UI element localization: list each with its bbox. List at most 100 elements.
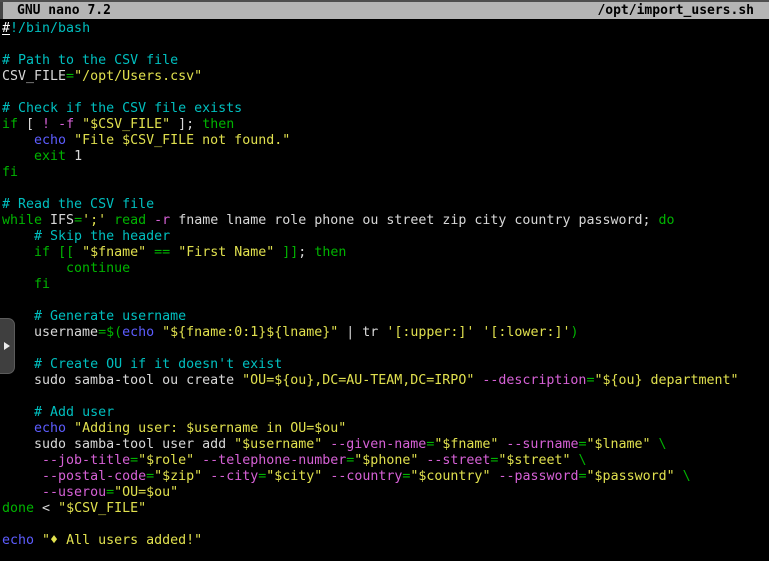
code-line[interactable]: echo "File $CSV_FILE not found." (2, 133, 769, 149)
code-token: # Skip the header (34, 229, 170, 244)
code-token (50, 117, 58, 132)
code-line[interactable]: # Check if the CSV file exists (2, 101, 769, 117)
code-token (2, 469, 42, 484)
code-line[interactable] (2, 181, 769, 197)
code-line[interactable]: fi (2, 165, 769, 181)
code-token: "OU=$ou" (114, 485, 178, 500)
code-token: "${ou} department" (594, 373, 738, 388)
code-token: --telephone-number (202, 453, 346, 468)
code-line[interactable] (2, 517, 769, 533)
code-token: # Add user (34, 405, 114, 420)
code-token: # Path to the CSV file (2, 53, 178, 68)
code-token: username (2, 325, 98, 340)
code-token (2, 421, 34, 436)
chevron-right-icon (4, 342, 10, 350)
code-line[interactable]: --userou="OU=$ou" (2, 485, 769, 501)
code-line[interactable]: # Skip the header (2, 229, 769, 245)
code-token (202, 469, 210, 484)
code-line[interactable] (2, 341, 769, 357)
code-token: "$fname" (82, 245, 146, 260)
code-line[interactable]: while IFS=';' read -r fname lname role p… (2, 213, 769, 229)
code-token: | tr (338, 325, 386, 340)
code-token: "File $CSV_FILE not found." (74, 133, 290, 148)
code-line[interactable] (2, 389, 769, 405)
code-token: # Create OU if it doesn't exist (34, 357, 282, 372)
code-token: "$fname" (434, 437, 498, 452)
code-token: echo (122, 325, 154, 340)
code-token: "First Name" (178, 245, 274, 260)
code-line[interactable]: # Read the CSV file (2, 197, 769, 213)
code-token: ';' (82, 213, 106, 228)
code-line[interactable]: # Add user (2, 405, 769, 421)
code-token: = (130, 453, 138, 468)
code-line[interactable]: sudo samba-tool ou create "OU=${ou},DC=A… (2, 373, 769, 389)
code-token: fi (34, 277, 50, 292)
code-line[interactable] (2, 293, 769, 309)
code-token: "OU=${ou},DC=AU-TEAM,DC=IRPO" (242, 373, 474, 388)
code-token: ) (570, 325, 578, 340)
code-token: read (114, 213, 146, 228)
code-line[interactable]: done < "$CSV_FILE" (2, 501, 769, 517)
code-token: --country (330, 469, 402, 484)
code-token: ; (298, 245, 314, 260)
code-line[interactable]: echo "♦ All users added!" (2, 533, 769, 549)
code-token (154, 325, 162, 340)
code-line[interactable]: --postal-code="$zip" --city="$city" --co… (2, 469, 769, 485)
code-token (651, 437, 659, 452)
code-line[interactable]: CSV_FILE="/opt/Users.csv" (2, 69, 769, 85)
code-token: ! (42, 117, 50, 132)
code-token: --postal-code (42, 469, 146, 484)
code-line[interactable] (2, 37, 769, 53)
code-token: = (579, 469, 587, 484)
code-token: # Check if the CSV file exists (2, 101, 242, 116)
code-line[interactable]: echo "Adding user: $username in OU=$ou" (2, 421, 769, 437)
code-token: sudo samba-tool ou create (2, 373, 242, 388)
code-token: "$role" (138, 453, 194, 468)
code-line[interactable]: exit 1 (2, 149, 769, 165)
code-line[interactable] (2, 85, 769, 101)
code-line[interactable]: sudo samba-tool user add "$username" --g… (2, 437, 769, 453)
code-token: IFS (42, 213, 74, 228)
code-token: # Generate username (34, 309, 186, 324)
code-token: ]] (282, 245, 298, 260)
code-line[interactable]: username=$(echo "${fname:0:1}${lname}" |… (2, 325, 769, 341)
code-token: --job-title (42, 453, 130, 468)
code-token: --surname (506, 437, 578, 452)
code-token: fname lname role phone ou street zip cit… (170, 213, 658, 228)
side-panel-handle[interactable] (0, 318, 15, 374)
code-token: --street (426, 453, 490, 468)
code-line[interactable]: if [ ! -f "$CSV_FILE" ]; then (2, 117, 769, 133)
code-line[interactable]: # Generate username (2, 309, 769, 325)
code-token: "$country" (410, 469, 490, 484)
code-token: "$username" (234, 437, 322, 452)
code-token: sudo samba-tool user add (2, 437, 234, 452)
code-line[interactable]: --job-title="$role" --telephone-number="… (2, 453, 769, 469)
code-token (675, 469, 683, 484)
code-area[interactable]: #!/bin/bash # Path to the CSV fileCSV_FIL… (0, 21, 769, 561)
code-token: then (202, 117, 234, 132)
code-line[interactable]: fi (2, 277, 769, 293)
code-token: while (2, 213, 42, 228)
code-line[interactable]: continue (2, 261, 769, 277)
code-token: \ (683, 469, 691, 484)
code-token (74, 245, 82, 260)
code-token: "${fname:0:1}${lname}" (162, 325, 338, 340)
code-token: done (2, 501, 34, 516)
code-line[interactable]: # Create OU if it doesn't exist (2, 357, 769, 373)
code-line[interactable]: # Path to the CSV file (2, 53, 769, 69)
code-token (50, 245, 58, 260)
code-token: == (154, 245, 170, 260)
code-token: \ (659, 437, 667, 452)
code-token: "$phone" (354, 453, 418, 468)
code-line[interactable]: if [[ "$fname" == "First Name" ]]; then (2, 245, 769, 261)
code-token: '[:upper:]' (386, 325, 474, 340)
code-line[interactable]: #!/bin/bash (2, 21, 769, 37)
code-token: if (2, 117, 18, 132)
nano-editor-window: GNU nano 7.2 /opt/import_users.sh #!/bin… (0, 0, 769, 561)
code-token: # Read the CSV file (2, 197, 154, 212)
code-token: "$street" (498, 453, 570, 468)
code-token: do (659, 213, 675, 228)
code-token (170, 245, 178, 260)
code-token: \ (579, 453, 587, 468)
code-token (34, 533, 42, 548)
